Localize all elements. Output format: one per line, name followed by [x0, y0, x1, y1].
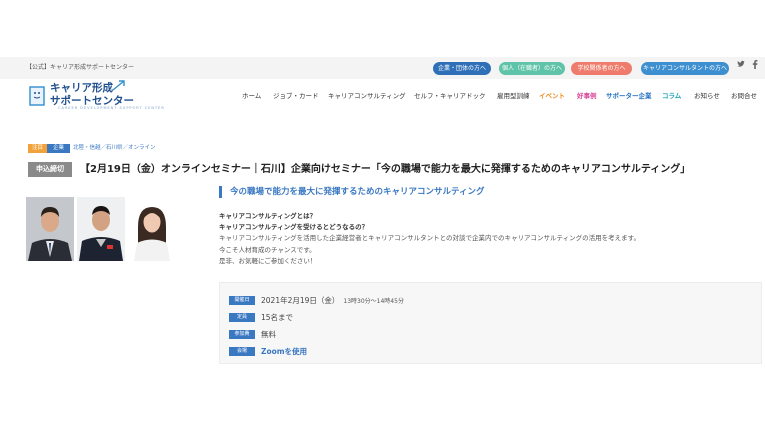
capacity-label: 定員 [229, 313, 255, 322]
breadcrumb-location[interactable]: 北陸・信越／石川県／オンライン [73, 145, 156, 151]
facebook-icon[interactable] [752, 60, 758, 73]
breadcrumb: 注目 企業 北陸・信越／石川県／オンライン [28, 143, 156, 153]
logo-subtitle: CAREER DEVELOPMENT SUPPORT CENTER [58, 106, 165, 110]
date-label: 開催日 [229, 296, 255, 305]
fee-value: 無料 [261, 330, 276, 339]
nav-contact[interactable]: お問合せ [731, 90, 757, 100]
status-badge: 申込締切 [28, 162, 72, 177]
nav-events[interactable]: イベント [539, 90, 565, 100]
nav-home[interactable]: ホーム [242, 90, 261, 100]
twitter-icon[interactable] [737, 60, 745, 72]
nav-career-consulting[interactable]: キャリアコンサルティング [328, 90, 406, 100]
audience-button-company[interactable]: 企業・団体の方へ [433, 62, 491, 75]
venue-label: 会場 [229, 347, 255, 356]
description-1: キャリアコンサルティングを活用した企業経営者とキャリアコンサルタントとの対談で企… [219, 234, 641, 242]
venue-link[interactable]: Zoomを使用 [261, 346, 307, 357]
speaker-photo-2 [77, 197, 125, 261]
top-bar: 【公式】キャリア形成サポートセンター 企業・団体の方へ 個人（在職者）の方へ 学… [0, 57, 765, 79]
logo-figure-icon [29, 86, 45, 106]
nav-self-career-dock[interactable]: セルフ・キャリアドック [414, 90, 486, 100]
fee-row: 参加費 無料 [229, 324, 276, 339]
time-value: 13時30分～14時45分 [343, 298, 404, 305]
audience-button-consultant[interactable]: キャリアコンサルタントの方へ [641, 62, 729, 75]
speaker-photo-1 [26, 197, 74, 261]
nav-employment-training[interactable]: 雇用型訓練 [497, 90, 530, 100]
nav-supporter-companies[interactable]: サポーター企業 [606, 90, 652, 100]
event-details: 開催日 2021年2月19日（金） 13時30分～14時45分 定員 15名まで 参加… [219, 282, 762, 364]
question-1: キャリアコンサルティングとは？ [219, 212, 317, 220]
audience-button-school[interactable]: 学校関係者の方へ [571, 62, 632, 75]
attention-badge: 注目 [28, 144, 48, 153]
date-row: 開催日 2021年2月19日（金） 13時30分～14時45分 [229, 290, 404, 305]
category-badge[interactable]: 企業 [47, 144, 71, 153]
nav-column[interactable]: コラム [662, 90, 681, 100]
capacity-value: 15名まで [261, 313, 294, 322]
nav-case-studies[interactable]: 好事例 [577, 90, 597, 100]
nav-job-card[interactable]: ジョブ・カード [273, 90, 319, 100]
site-tagline: 【公式】キャリア形成サポートセンター [26, 64, 135, 71]
page-title: 【2月19日（金）オンラインセミナー｜石川】企業向けセミナー「今の職場で能力を最… [80, 164, 691, 175]
venue-row: 会場 Zoomを使用 [229, 341, 307, 356]
question-2: キャリアコンサルティングを受けるとどうなるの？ [219, 223, 369, 231]
audience-button-individual[interactable]: 個人（在職者）の方へ [499, 62, 565, 75]
speaker-photo-3 [128, 197, 176, 261]
nav-news[interactable]: お知らせ [694, 90, 720, 100]
site-logo[interactable]: キャリア形成 サポートセンター CAREER DEVELOPMENT SUPPO… [28, 79, 164, 111]
speaker-photos [26, 197, 176, 261]
description-2: 今こそ人材育成のチャンスです。 [219, 246, 316, 254]
logo-arrow-icon [112, 80, 125, 91]
date-value: 2021年2月19日（金） [261, 296, 340, 305]
capacity-row: 定員 15名まで [229, 307, 293, 322]
fee-label: 参加費 [229, 330, 255, 339]
description-3: 是非、お気軽にご参加ください！ [219, 257, 317, 265]
event-subheading: 今の職場で能力を最大に発揮するためのキャリアコンサルティング [219, 186, 485, 198]
